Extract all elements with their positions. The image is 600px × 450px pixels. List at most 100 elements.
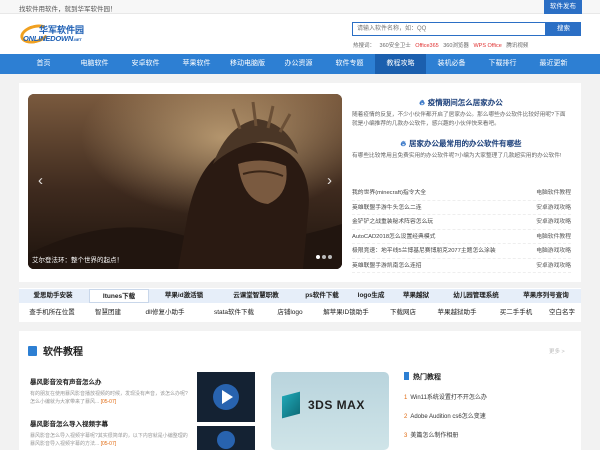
banner-slider[interactable]: ‹ › 艾尔登法环：整个世界的起点！ xyxy=(28,94,342,269)
hot-tutorials-title: 热门教程 xyxy=(404,372,574,382)
tag-link[interactable]: Itunes下载 xyxy=(89,289,149,303)
news-list: 我的世界(minecraft)指令大全 电脑软件教程 英雄联盟手游牛头怎么二连 安卓… xyxy=(352,186,571,273)
article-title[interactable]: 暴风影音没有声音怎么办 xyxy=(30,376,190,386)
3dsmax-logo-icon xyxy=(282,391,300,419)
header: 华军软件园 ONLINEDOWN.NET 搜索 热搜词： 360安全卫士 Off… xyxy=(0,14,600,54)
list-item[interactable]: 极限竞速：地平线5兰博基尼赛博朋克2077主题怎么涂装 电脑游戏攻略 xyxy=(352,244,571,259)
article-desc: 有的朋友在使用暴风影音播放视频的时候，发现没有声音，该怎么办呢?怎么小编就为大家… xyxy=(30,391,188,405)
list-item[interactable]: 我的世界(minecraft)指令大全 电脑软件教程 xyxy=(352,186,571,201)
book-icon xyxy=(28,346,37,356)
slider-prev-arrow-icon[interactable]: ‹ xyxy=(38,172,43,189)
hot-tags-row-1: 爱思助手安装 Itunes下载 苹果id激活锁 云课堂智慧职教 ps软件下载 l… xyxy=(19,289,581,303)
news-category: 安卓游戏攻略 xyxy=(536,204,571,211)
nav-item-android-software[interactable]: 安卓软件 xyxy=(120,54,171,74)
nav-item-apple-software[interactable]: 苹果软件 xyxy=(171,54,222,74)
news-category: 安卓游戏攻略 xyxy=(536,262,571,269)
featured-title[interactable]: 🔥︎ 居家办公最常用的办公软件有哪些 xyxy=(352,138,570,149)
list-item[interactable]: 3 美篇怎么制作相册 xyxy=(404,430,574,439)
search-input[interactable] xyxy=(352,22,546,36)
nav-item-download-rank[interactable]: 下载排行 xyxy=(477,54,528,74)
tag-link[interactable]: ps软件下载 xyxy=(293,289,351,303)
tag-link[interactable]: 下载网店 xyxy=(381,306,425,320)
tag-link[interactable]: 爱思助手安装 xyxy=(19,289,87,303)
banner-image xyxy=(28,94,342,269)
hot-word-link[interactable]: Office365 xyxy=(415,43,438,49)
list-item[interactable]: AutoCAD2018怎么设置经典模式 电脑软件教程 xyxy=(352,230,571,244)
article-thumbnail[interactable] xyxy=(197,426,255,450)
list-item[interactable]: 英雄联盟手游凯南怎么连招 安卓游戏攻略 xyxy=(352,259,571,273)
hot-tutorials: 热门教程 1 Win11系统设置打不开怎么办 2 Adobe Audition cs… xyxy=(404,372,574,439)
list-item[interactable]: 2 Adobe Audition cs6怎么变速 xyxy=(404,411,574,420)
list-item[interactable]: 英雄联盟手游牛头怎么二连 安卓游戏攻略 xyxy=(352,201,571,215)
slider-next-arrow-icon[interactable]: › xyxy=(327,172,332,189)
news-category: 安卓游戏攻略 xyxy=(536,219,571,225)
tag-link[interactable]: 苹果序列号查询 xyxy=(511,289,581,303)
site-logo[interactable]: 华军软件园 ONLINEDOWN.NET xyxy=(18,21,90,49)
top-bar: 找软件用软件，就到华军软件园！ 软件发布 xyxy=(0,0,600,14)
tag-link[interactable]: 苹果越狱 xyxy=(391,289,441,303)
nav-item-home[interactable]: 首页 xyxy=(18,54,69,74)
nav-item-tutorials[interactable]: 教程攻略 xyxy=(375,54,426,74)
featured-desc: 有哪些比较常用且免费实用的办公软件呢?小编为大家整理了几款超实用的办公软件! xyxy=(352,153,562,159)
slider-dots xyxy=(314,254,332,261)
list-item[interactable]: 金铲铲之战重装秘术阵容怎么玩 安卓游戏攻略 xyxy=(352,215,571,230)
logo-en-text: ONLINEDOWN.NET xyxy=(23,34,82,43)
article-item[interactable]: 暴风影音没有声音怎么办 有的朋友在使用暴风影音播放视频的时候，发现没有声音，该怎… xyxy=(30,376,190,406)
tag-link[interactable]: 买二手手机 xyxy=(489,306,543,320)
slider-dot[interactable] xyxy=(322,255,326,259)
search-button[interactable]: 搜索 xyxy=(546,22,581,36)
hot-word-link[interactable]: WPS Office xyxy=(473,43,501,49)
section-title: 软件教程 xyxy=(28,343,83,358)
featured-article[interactable]: 🔥︎ 居家办公最常用的办公软件有哪些 有哪些比较常用且免费实用的办公软件呢?小编为… xyxy=(352,138,570,161)
tag-link[interactable]: stata软件下载 xyxy=(199,306,269,320)
tag-link[interactable]: 幼儿园管理系统 xyxy=(441,289,511,303)
slider-caption[interactable]: 艾尔登法环：整个世界的起点！ xyxy=(32,254,123,264)
featured-article[interactable]: 🔥︎ 疫情期间怎么居家办公 随着疫情的反复，不少小伙伴都开启了居家办公。那么哪些办… xyxy=(352,97,570,129)
video-thumbnail-image xyxy=(197,372,255,422)
nav-item-pc-software[interactable]: 电脑软件 xyxy=(69,54,120,74)
news-category: 电脑软件教程 xyxy=(536,233,571,240)
article-item[interactable]: 暴风影音怎么导入视频字幕 暴风影音怎么导入视频字幕呢?其实很简单的，以下内容就是… xyxy=(30,418,190,448)
hot-word-link[interactable]: 360安全卫士 xyxy=(380,43,411,49)
featured-title[interactable]: 🔥︎ 疫情期间怎么居家办公 xyxy=(352,97,570,108)
tag-link[interactable]: 空白名字 xyxy=(543,306,581,320)
featured-desc: 随着疫情的反复，不少小伙伴都开启了居家办公。那么哪些办公软件比较好用呢?下面就是… xyxy=(352,112,566,127)
tag-link[interactable]: 解苹果ID锁助手 xyxy=(311,306,381,320)
slider-dot[interactable] xyxy=(316,255,320,259)
hot-search-label: 热搜词： xyxy=(353,43,376,49)
hot-word-link[interactable]: 360浏览器 xyxy=(443,43,469,49)
hot-word-link[interactable]: 腾讯视频 xyxy=(506,43,528,49)
tag-link[interactable]: logo生成 xyxy=(351,289,391,303)
article-title[interactable]: 暴风影音怎么导入视频字幕 xyxy=(30,418,190,428)
hot-tags-row-2: 查手机所在位置 智慧团建 dll修复小助手 stata软件下载 店铺logo 解… xyxy=(19,306,581,320)
video-thumbnail-image xyxy=(197,426,255,450)
main-nav: 首页 电脑软件 安卓软件 苹果软件 移动电脑版 办公资源 软件专题 教程攻略 装… xyxy=(0,54,600,74)
tag-link[interactable]: 苹果id激活锁 xyxy=(151,289,217,303)
nav-item-topics[interactable]: 软件专题 xyxy=(324,54,375,74)
list-item[interactable]: 1 Win11系统设置打不开怎么办 xyxy=(404,392,574,401)
hot-search-words: 热搜词： 360安全卫士 Office365 360浏览器 WPS Office… xyxy=(353,41,531,49)
featured-tutorial-image[interactable]: 3DS MAX xyxy=(271,372,389,450)
tag-link[interactable]: 店铺logo xyxy=(269,306,311,320)
tag-link[interactable]: 查手机所在位置 xyxy=(19,306,85,320)
article-date: [05-07] xyxy=(100,441,117,447)
news-category: 电脑游戏攻略 xyxy=(536,248,571,254)
more-link[interactable]: 更多 > xyxy=(549,347,565,355)
article-thumbnail[interactable] xyxy=(197,372,255,422)
site-slogan: 找软件用软件，就到华军软件园！ xyxy=(19,6,117,13)
nav-item-office[interactable]: 办公资源 xyxy=(273,54,324,74)
article-desc: 暴风影音怎么导入视频字幕呢?其实很简单的，以下内容就是小编整理的暴风影音导入视频… xyxy=(30,433,188,447)
tag-link[interactable]: 智慧团建 xyxy=(85,306,131,320)
flame-icon: 🔥︎ xyxy=(400,139,406,148)
publish-software-button[interactable]: 软件发布 xyxy=(544,0,582,14)
nav-item-essentials[interactable]: 装机必备 xyxy=(426,54,477,74)
slider-dot[interactable] xyxy=(328,255,332,259)
tag-link[interactable]: 云课堂智慧职教 xyxy=(219,289,293,303)
tag-link[interactable]: 苹果越狱助手 xyxy=(425,306,489,320)
nav-item-recent-updates[interactable]: 最近更新 xyxy=(528,54,579,74)
article-date: [05-07] xyxy=(100,399,117,405)
tag-link[interactable]: dll修复小助手 xyxy=(131,306,199,320)
nav-item-mobile-pc[interactable]: 移动电脑版 xyxy=(222,54,273,74)
flame-icon: 🔥︎ xyxy=(419,98,425,107)
thumbnail-label: 3DS MAX xyxy=(308,398,365,412)
